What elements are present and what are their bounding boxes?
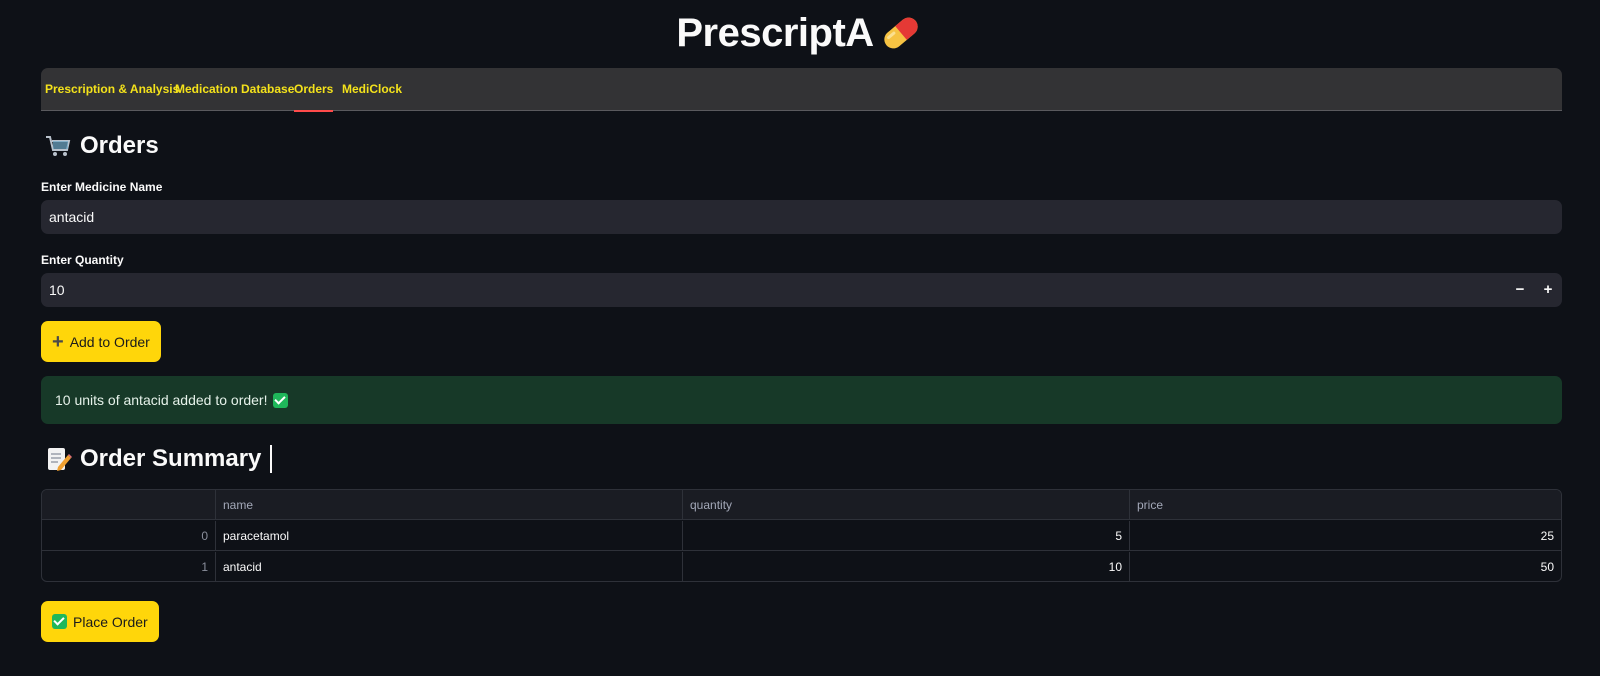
success-message: 10 units of antacid added to order! [55,392,268,408]
order-summary-table[interactable]: name quantity price 0 paracetamol 5 25 1… [41,489,1562,582]
pill-icon [878,10,924,56]
order-summary-heading: Order Summary [44,445,273,473]
medicine-name-input[interactable] [41,200,1562,234]
cell-price[interactable]: 50 [1130,552,1561,581]
cell-price[interactable]: 25 [1130,521,1561,551]
tab-bar: Prescription & Analysis Medication Datab… [41,68,1562,112]
tab-mediclock[interactable]: MediClock [342,68,402,111]
header-index[interactable] [42,490,216,520]
orders-heading-text: Orders [80,132,159,159]
orders-heading: Orders [44,132,159,160]
cell-name[interactable]: paracetamol [216,521,683,551]
cell-quantity[interactable]: 10 [683,552,1130,581]
cell-quantity[interactable]: 5 [683,521,1130,551]
place-order-label: Place Order [73,613,148,630]
cell-name[interactable]: antacid [216,552,683,581]
header-price[interactable]: price [1130,490,1561,520]
quantity-stepper[interactable] [41,273,1562,307]
quantity-label: Enter Quantity [41,253,124,267]
row-index: 0 [42,521,216,551]
medicine-name-label: Enter Medicine Name [41,180,163,194]
table-row: 1 antacid 10 50 [42,552,1561,581]
place-order-button[interactable]: Place Order [41,601,159,642]
row-index: 1 [42,552,216,581]
app-root: PrescriptA Prescription & Analysis Medic… [0,0,1600,676]
quantity-decrement-button[interactable]: − [1507,273,1533,307]
tab-orders[interactable]: Orders [294,68,334,112]
app-title-text: PrescriptA [676,10,874,55]
order-summary-heading-text: Order Summary [80,445,262,472]
check-mark-icon [52,614,67,629]
success-alert: 10 units of antacid added to order! [41,376,1562,424]
table-header-row: name quantity price [42,490,1561,520]
memo-icon [44,445,72,473]
tab-medication-database[interactable]: Medication Database [175,68,294,111]
table-row: 0 paracetamol 5 25 [42,521,1561,551]
shopping-cart-icon [44,132,72,160]
header-name[interactable]: name [216,490,683,520]
app-title: PrescriptA [0,10,1600,56]
add-to-order-label: Add to Order [69,333,150,350]
plus-icon: + [52,330,64,353]
text-cursor [270,445,273,473]
add-to-order-button[interactable]: + Add to Order [41,321,161,362]
tab-prescription-analysis[interactable]: Prescription & Analysis [45,68,179,111]
check-mark-icon [273,392,289,408]
header-quantity[interactable]: quantity [683,490,1130,520]
quantity-increment-button[interactable]: + [1535,273,1561,307]
